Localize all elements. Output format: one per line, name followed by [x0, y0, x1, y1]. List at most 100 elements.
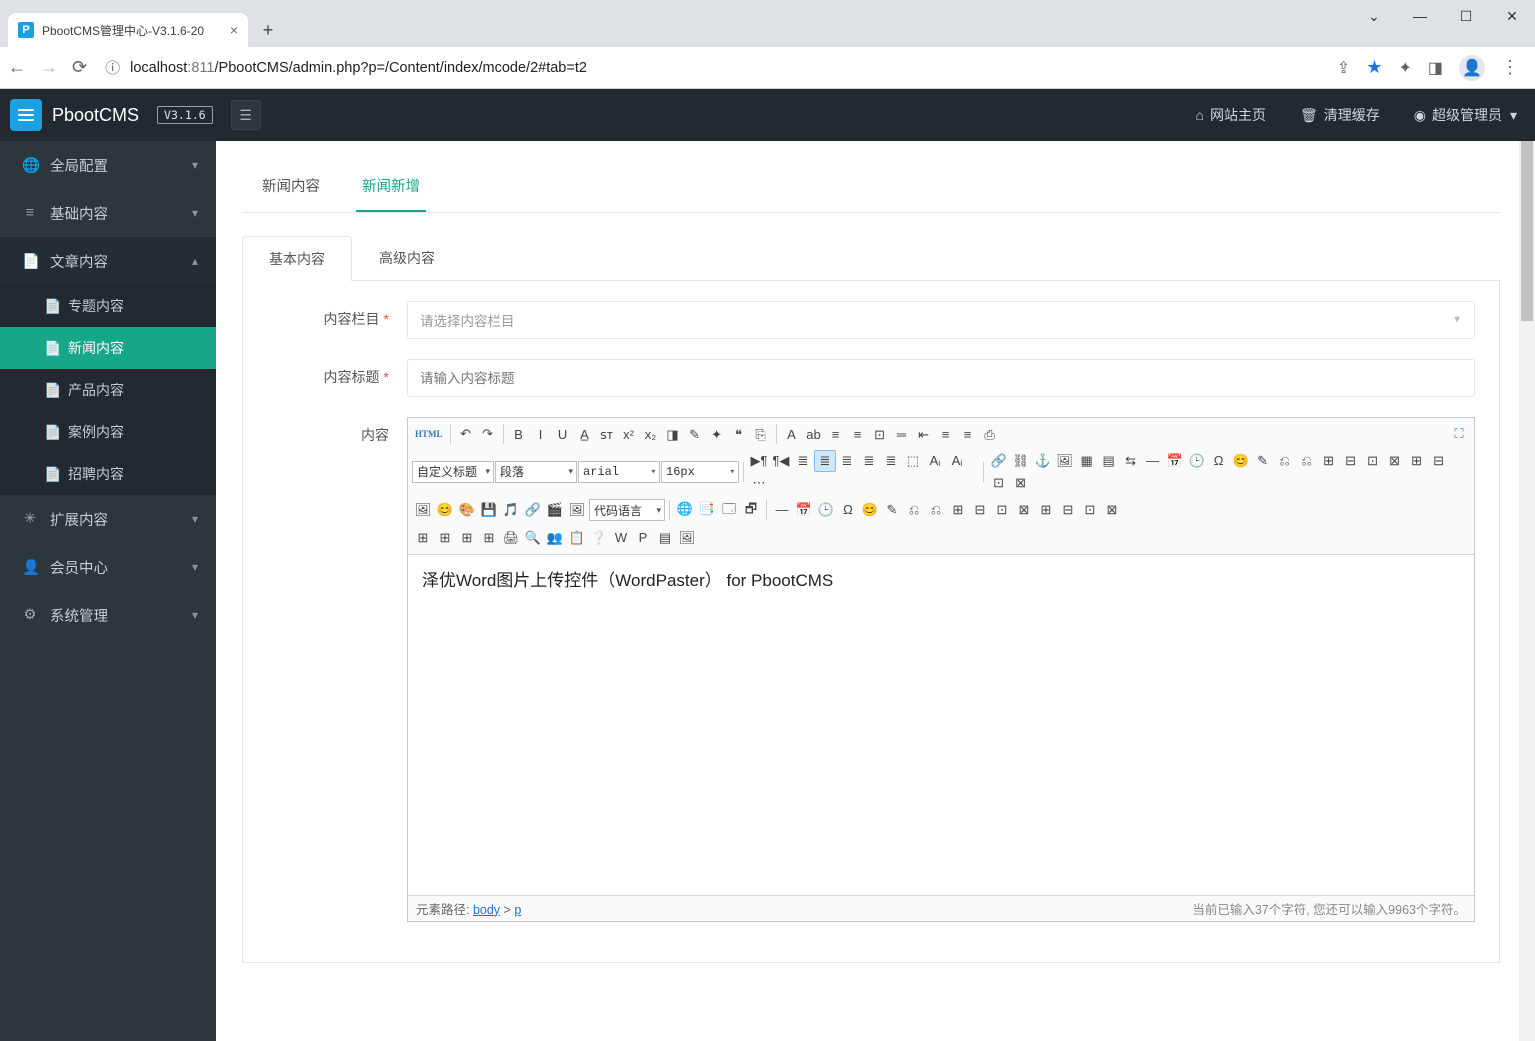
- format-10-icon[interactable]: ❝: [728, 424, 750, 446]
- format-3-icon[interactable]: A̲: [574, 423, 596, 445]
- insert-10-icon[interactable]: Ω: [1208, 450, 1230, 472]
- subtab-advanced[interactable]: 高级内容: [352, 235, 462, 280]
- color-list-1-icon[interactable]: ab: [803, 423, 825, 445]
- insert-17-icon[interactable]: ⊡: [1362, 450, 1384, 472]
- sidebar-sub-product[interactable]: 📄产品内容: [0, 369, 216, 411]
- tools-8-icon[interactable]: ❔: [588, 527, 610, 549]
- format-0-icon[interactable]: B: [508, 423, 530, 445]
- align-5-icon[interactable]: ≣: [858, 450, 880, 472]
- insert-20-icon[interactable]: ⊟: [1428, 450, 1450, 472]
- category-select[interactable]: 请选择内容栏目 ▼: [407, 301, 1475, 339]
- media-7-icon[interactable]: 🖼: [566, 499, 588, 521]
- address-bar[interactable]: ⓘ localhost:811/PbootCMS/admin.php?p=/Co…: [101, 53, 1323, 83]
- tab-close-icon[interactable]: ×: [230, 22, 238, 38]
- chevron-down-icon[interactable]: ⌄: [1351, 0, 1397, 32]
- extra-1-icon[interactable]: 📅: [793, 499, 815, 521]
- format-8-icon[interactable]: ✎: [684, 424, 706, 446]
- sidebar-sub-recruit[interactable]: 📄招聘内容: [0, 453, 216, 495]
- fullscreen-icon[interactable]: ⛶: [1448, 423, 1470, 445]
- top-home-link[interactable]: ⌂ 网站主页: [1196, 105, 1266, 125]
- extra-15-icon[interactable]: ⊠: [1101, 499, 1123, 521]
- format-4-icon[interactable]: ꜱᴛ: [596, 424, 618, 446]
- profile-avatar-icon[interactable]: 👤: [1459, 55, 1485, 81]
- extra-9-icon[interactable]: ⊟: [969, 499, 991, 521]
- color-list-8-icon[interactable]: ≡: [957, 423, 979, 445]
- insert-16-icon[interactable]: ⊟: [1340, 450, 1362, 472]
- insert-22-icon[interactable]: ⊠: [1010, 472, 1032, 494]
- tools-5-icon[interactable]: 🔍: [522, 527, 544, 549]
- insert-1-icon[interactable]: ⛓: [1010, 450, 1032, 472]
- extra-4-icon[interactable]: 😊: [859, 499, 881, 521]
- tools-3-icon[interactable]: ⊞: [478, 527, 500, 549]
- media-1-icon[interactable]: 😊: [434, 499, 456, 521]
- align-8-icon[interactable]: Aᵢ: [924, 450, 946, 472]
- insert-5-icon[interactable]: ▤: [1098, 450, 1120, 472]
- misc-3-icon[interactable]: 🗗: [740, 500, 762, 522]
- tools-10-icon[interactable]: P: [632, 526, 654, 548]
- path-body[interactable]: body: [473, 903, 500, 917]
- format-7-icon[interactable]: ◨: [662, 424, 684, 446]
- tab-news-list[interactable]: 新闻内容: [256, 161, 326, 212]
- new-tab-button[interactable]: +: [254, 16, 282, 44]
- color-list-7-icon[interactable]: ≡: [935, 423, 957, 445]
- color-list-4-icon[interactable]: ⊡: [869, 424, 891, 446]
- sidebar-sub-special[interactable]: 📄专题内容: [0, 285, 216, 327]
- back-icon[interactable]: ←: [8, 57, 26, 78]
- color-list-9-icon[interactable]: ⎙: [979, 424, 1001, 446]
- insert-13-icon[interactable]: ⎌: [1274, 450, 1296, 472]
- extra-3-icon[interactable]: Ω: [837, 499, 859, 521]
- insert-8-icon[interactable]: 📅: [1164, 450, 1186, 472]
- format-11-icon[interactable]: ⎘: [750, 424, 772, 446]
- media-3-icon[interactable]: 💾: [478, 499, 500, 521]
- format-6-icon[interactable]: x₂: [640, 423, 662, 445]
- path-p[interactable]: p: [514, 903, 521, 917]
- insert-9-icon[interactable]: 🕒: [1186, 450, 1208, 472]
- insert-15-icon[interactable]: ⊞: [1318, 450, 1340, 472]
- sidebar-item-basic[interactable]: ≡ 基础内容▾: [0, 189, 216, 237]
- tools-12-icon[interactable]: 🖼: [676, 527, 698, 549]
- tools-4-icon[interactable]: 🖨: [500, 527, 522, 549]
- subtab-basic[interactable]: 基本内容: [242, 236, 352, 281]
- tools-6-icon[interactable]: 👥: [544, 527, 566, 549]
- align-7-icon[interactable]: ⬚: [902, 450, 924, 472]
- tools-7-icon[interactable]: 📋: [566, 527, 588, 549]
- share-icon[interactable]: ⇪: [1337, 58, 1350, 78]
- align-0-icon[interactable]: ▶¶: [748, 450, 770, 472]
- dd-codelang[interactable]: 代码语言: [589, 499, 665, 521]
- insert-2-icon[interactable]: ⚓: [1032, 450, 1054, 472]
- window-minimize-icon[interactable]: —: [1397, 0, 1443, 32]
- misc-0-icon[interactable]: 🌐: [674, 498, 696, 520]
- extra-6-icon[interactable]: ⎌: [903, 499, 925, 521]
- color-list-3-icon[interactable]: ≡: [847, 423, 869, 445]
- window-maximize-icon[interactable]: ☐: [1443, 0, 1489, 32]
- extra-7-icon[interactable]: ⎌: [925, 499, 947, 521]
- extra-11-icon[interactable]: ⊠: [1013, 499, 1035, 521]
- insert-12-icon[interactable]: ✎: [1252, 450, 1274, 472]
- sidebar-item-global[interactable]: 🌐 全局配置▾: [0, 141, 216, 189]
- extra-2-icon[interactable]: 🕒: [815, 499, 837, 521]
- dd-font[interactable]: arial: [578, 461, 660, 483]
- misc-2-icon[interactable]: 🗔: [718, 500, 740, 522]
- media-2-icon[interactable]: 🎨: [456, 499, 478, 521]
- top-clear-cache[interactable]: 🗑 清理缓存: [1300, 105, 1380, 125]
- color-list-2-icon[interactable]: ≡: [825, 423, 847, 445]
- insert-6-icon[interactable]: ⇆: [1120, 450, 1142, 472]
- dd-heading[interactable]: 自定义标题: [412, 461, 494, 483]
- side-panel-icon[interactable]: ◨: [1428, 58, 1443, 78]
- tools-11-icon[interactable]: ▤: [654, 527, 676, 549]
- color-list-0-icon[interactable]: A: [781, 423, 803, 445]
- align-2-icon[interactable]: ≣: [792, 450, 814, 472]
- insert-3-icon[interactable]: 🖼: [1054, 450, 1076, 472]
- scrollbar[interactable]: [1519, 141, 1535, 1041]
- extra-0-icon[interactable]: —: [771, 499, 793, 521]
- insert-11-icon[interactable]: 😊: [1230, 450, 1252, 472]
- extra-12-icon[interactable]: ⊞: [1035, 499, 1057, 521]
- extra-14-icon[interactable]: ⊡: [1079, 499, 1101, 521]
- media-5-icon[interactable]: 🔗: [522, 499, 544, 521]
- extra-13-icon[interactable]: ⊟: [1057, 499, 1079, 521]
- extensions-icon[interactable]: ✦: [1398, 58, 1411, 78]
- browser-tab[interactable]: PbootCMS管理中心-V3.1.6-20 ×: [8, 13, 248, 47]
- undo-redo-0-icon[interactable]: ↶: [455, 423, 477, 445]
- color-list-5-icon[interactable]: ═: [891, 423, 913, 445]
- color-list-6-icon[interactable]: ⇤: [913, 424, 935, 446]
